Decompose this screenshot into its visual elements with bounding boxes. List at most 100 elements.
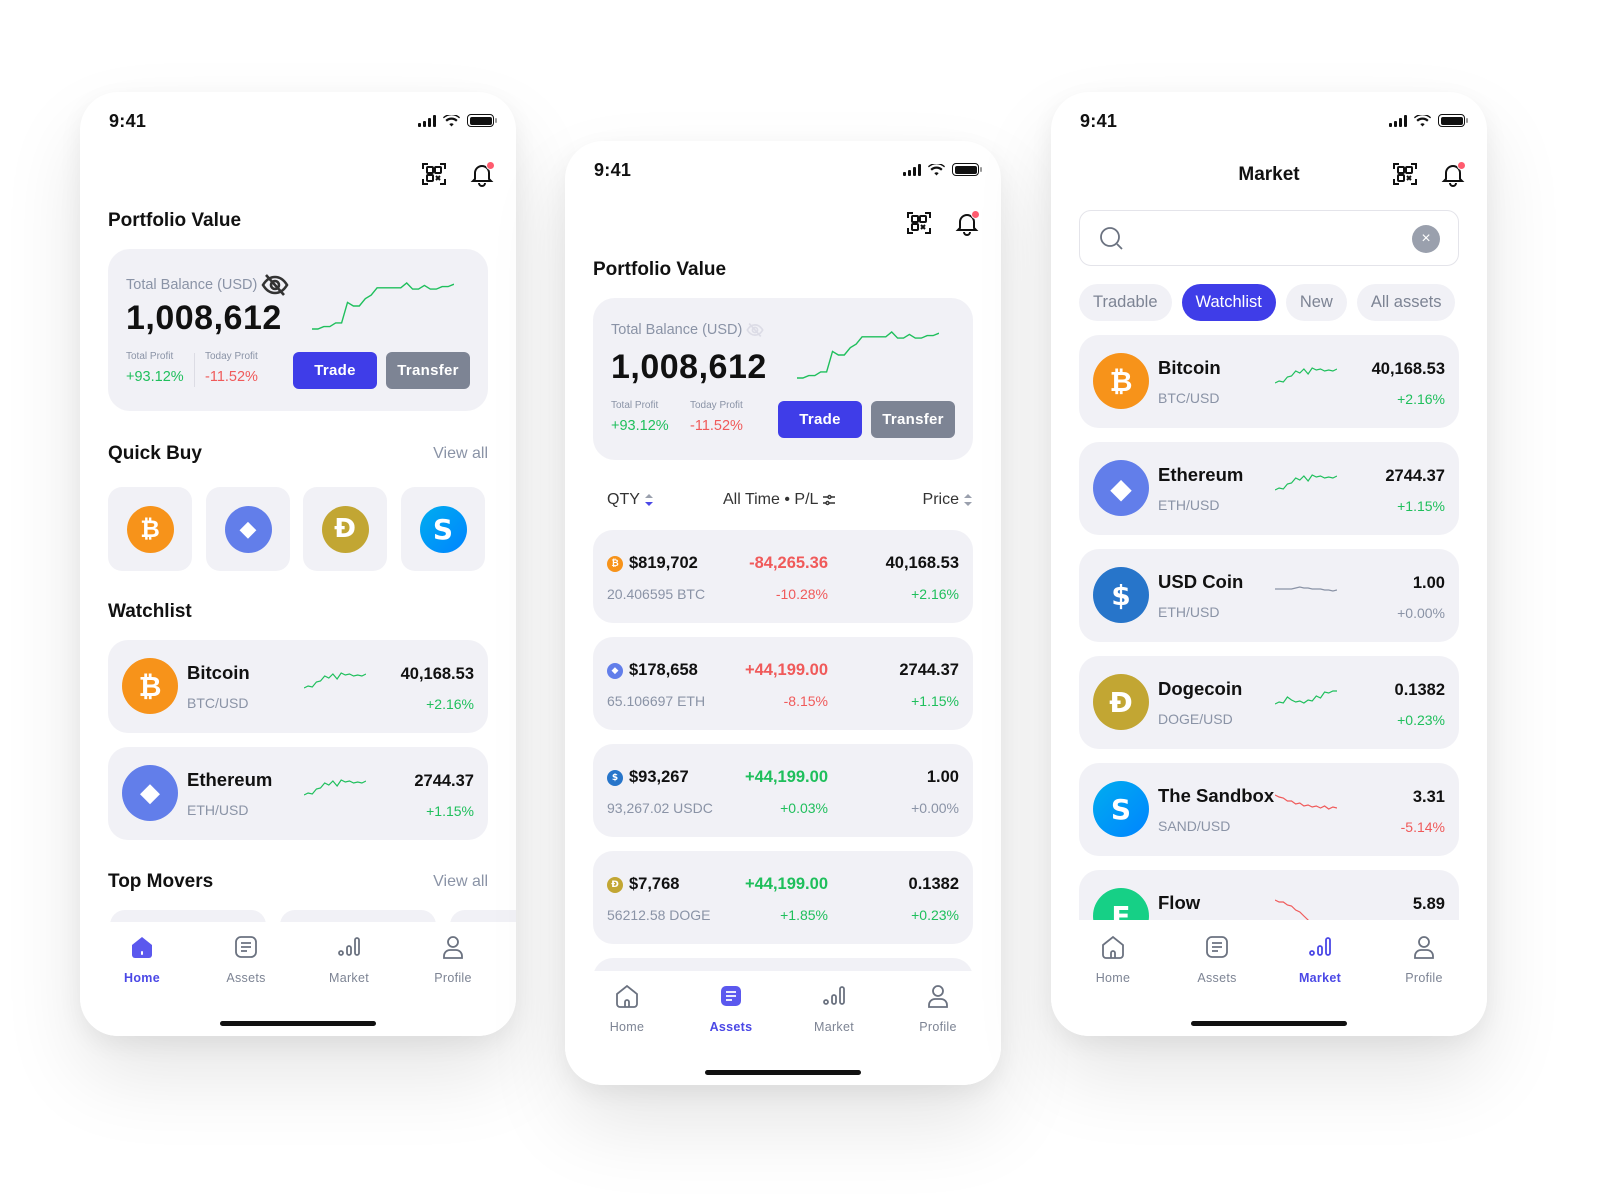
trade-button[interactable]: Trade xyxy=(293,352,377,389)
tab-bar: Home Assets Market Profile xyxy=(80,922,516,1036)
coin-change: +1.15% xyxy=(426,803,474,819)
tab-profile[interactable]: Profile xyxy=(898,983,978,1034)
sparkline-path xyxy=(312,282,454,330)
notifications-button[interactable] xyxy=(953,209,981,237)
tab-assets[interactable]: Assets xyxy=(1177,934,1257,985)
qr-scan-icon xyxy=(422,163,446,185)
sparkline-path xyxy=(1275,367,1337,384)
sort-row: QTY All Time • P/L Price xyxy=(593,491,973,515)
status-bar: 9:41 xyxy=(80,110,516,134)
home-icon xyxy=(132,937,152,958)
sort-price-label: Price xyxy=(922,491,959,508)
asset-price: 2744.37 xyxy=(899,661,959,679)
sparkline-path xyxy=(797,331,939,379)
profile-icon xyxy=(1414,936,1434,959)
sort-price-button[interactable]: Price xyxy=(923,491,973,509)
asset-price: 40,168.53 xyxy=(885,554,959,572)
trade-button[interactable]: Trade xyxy=(778,401,862,438)
coin-pair: ETH/USD xyxy=(1158,604,1220,620)
wifi-icon xyxy=(443,114,460,126)
mini-sparkline xyxy=(1275,367,1337,384)
coin-icon: F xyxy=(1093,888,1149,920)
today-profit-label: Today Profit xyxy=(205,351,258,362)
sort-qty-label: QTY xyxy=(607,491,640,508)
asset-row[interactable]: ◆ $178,658 65.106697 ETH +44,199.00 -8.15% 27… xyxy=(593,637,973,730)
tab-market[interactable]: Market xyxy=(1280,934,1360,985)
coin-change: +1.15% xyxy=(1397,498,1445,514)
quick-buy-eth[interactable]: ◆ xyxy=(206,487,290,571)
asset-pl: +44,199.00 xyxy=(744,768,828,786)
transfer-button[interactable]: Transfer xyxy=(386,352,470,389)
battery-icon xyxy=(952,163,982,176)
asset-value: $178,658 xyxy=(629,661,698,679)
sort-qty-button[interactable]: QTY xyxy=(607,491,654,509)
tab-home[interactable]: Home xyxy=(587,983,667,1034)
quick-buy-btc[interactable]: ₿ xyxy=(108,487,192,571)
asset-row[interactable]: Đ $7,768 56212.58 DOGE +44,199.00 +1.85% 0.13… xyxy=(593,851,973,944)
coin-icon: ◆ xyxy=(607,662,623,679)
today-profit-value: -11.52% xyxy=(205,369,258,385)
quick-buy-doge[interactable]: Đ xyxy=(303,487,387,571)
market-item[interactable]: FFlowFLOW/USD5.89 xyxy=(1079,870,1459,920)
home-indicator xyxy=(705,1070,861,1075)
quick-buy-title: Quick Buy xyxy=(108,443,202,464)
market-item[interactable]: S The Sandbox SAND/USD 3.31 -5.14% xyxy=(1079,763,1459,856)
asset-pl-percent: +0.03% xyxy=(780,800,828,816)
tab-market[interactable]: Market xyxy=(309,934,389,985)
assets-icon xyxy=(721,986,741,1006)
asset-pl: -84,265.36 xyxy=(749,554,828,572)
total-profit-label: Total Profit xyxy=(611,400,659,411)
today-profit-label: Today Profit xyxy=(690,400,743,411)
coin-name: Ethereum xyxy=(187,769,273,790)
phone-market-screen: 9:41 Market × Tradable Watchlist New All as… xyxy=(1051,92,1487,1036)
mini-sparkline xyxy=(304,672,366,689)
quick-buy-view-all-link[interactable]: View all xyxy=(433,445,488,463)
tab-market[interactable]: Market xyxy=(794,983,874,1034)
top-movers-title: Top Movers xyxy=(108,871,214,892)
market-item[interactable]: ₿ Bitcoin BTC/USD 40,168.53 +2.16% xyxy=(1079,335,1459,428)
watchlist-item[interactable]: ◆ Ethereum ETH/USD 2744.37 +1.15% xyxy=(108,747,488,840)
notifications-button[interactable] xyxy=(468,160,496,188)
asset-row[interactable]: $ $93,267 93,267.02 USDC +44,199.00 +0.03% 1.… xyxy=(593,744,973,837)
watchlist-item[interactable]: ₿ Bitcoin BTC/USD 40,168.53 +2.16% xyxy=(108,640,488,733)
tab-assets[interactable]: Assets xyxy=(206,934,286,985)
qr-scan-button[interactable] xyxy=(420,160,448,188)
cellular-signal-icon xyxy=(903,163,921,176)
sort-pl-button[interactable]: All Time • P/L xyxy=(723,491,836,509)
transfer-button[interactable]: Transfer xyxy=(871,401,955,438)
ethereum-icon: ◆ xyxy=(122,765,178,821)
tab-label: Profile xyxy=(919,1020,957,1034)
asset-pl-percent: -10.28% xyxy=(775,586,828,602)
coin-icon: ◆ xyxy=(1093,460,1149,516)
eye-off-icon[interactable] xyxy=(746,322,765,338)
asset-quantity: 93,267.02 USDC xyxy=(607,800,713,816)
mini-sparkline xyxy=(1275,899,1309,920)
ethereum-icon: ◆ xyxy=(224,505,272,553)
tab-profile[interactable]: Profile xyxy=(1384,934,1464,985)
home-indicator xyxy=(1191,1021,1347,1026)
tab-assets[interactable]: Assets xyxy=(691,983,771,1034)
asset-quantity: 65.106697 ETH xyxy=(607,693,706,709)
market-item[interactable]: Đ Dogecoin DOGE/USD 0.1382 +0.23% xyxy=(1079,656,1459,749)
eye-off-icon[interactable] xyxy=(261,273,289,297)
tab-home[interactable]: Home xyxy=(102,934,182,985)
coin-change: -5.14% xyxy=(1400,819,1445,835)
asset-row[interactable]: ₿ $819,702 20.406595 BTC -84,265.36 -10.28% 4… xyxy=(593,530,973,623)
home-icon xyxy=(616,984,638,1008)
market-item[interactable]: ◆ Ethereum ETH/USD 2744.37 +1.15% xyxy=(1079,442,1459,535)
sparkline-path xyxy=(1275,794,1337,810)
top-movers-view-all-link[interactable]: View all xyxy=(433,873,488,891)
tab-profile[interactable]: Profile xyxy=(413,934,493,985)
coin-name: Flow xyxy=(1158,892,1201,913)
coin-icon: ₿ xyxy=(1093,353,1149,409)
asset-pl-percent: -8.15% xyxy=(783,693,828,709)
sparkline-path xyxy=(1275,690,1337,705)
tab-bar: Home Assets Market Profile xyxy=(565,971,1001,1085)
qr-scan-button[interactable] xyxy=(905,209,933,237)
tab-label: Profile xyxy=(434,971,472,985)
market-item[interactable]: $ USD Coin ETH/USD 1.00 +0.00% xyxy=(1079,549,1459,642)
qr-scan-icon xyxy=(907,212,931,234)
tab-home[interactable]: Home xyxy=(1073,934,1153,985)
portfolio-sparkline xyxy=(797,331,939,379)
quick-buy-sand[interactable]: S xyxy=(401,487,485,571)
